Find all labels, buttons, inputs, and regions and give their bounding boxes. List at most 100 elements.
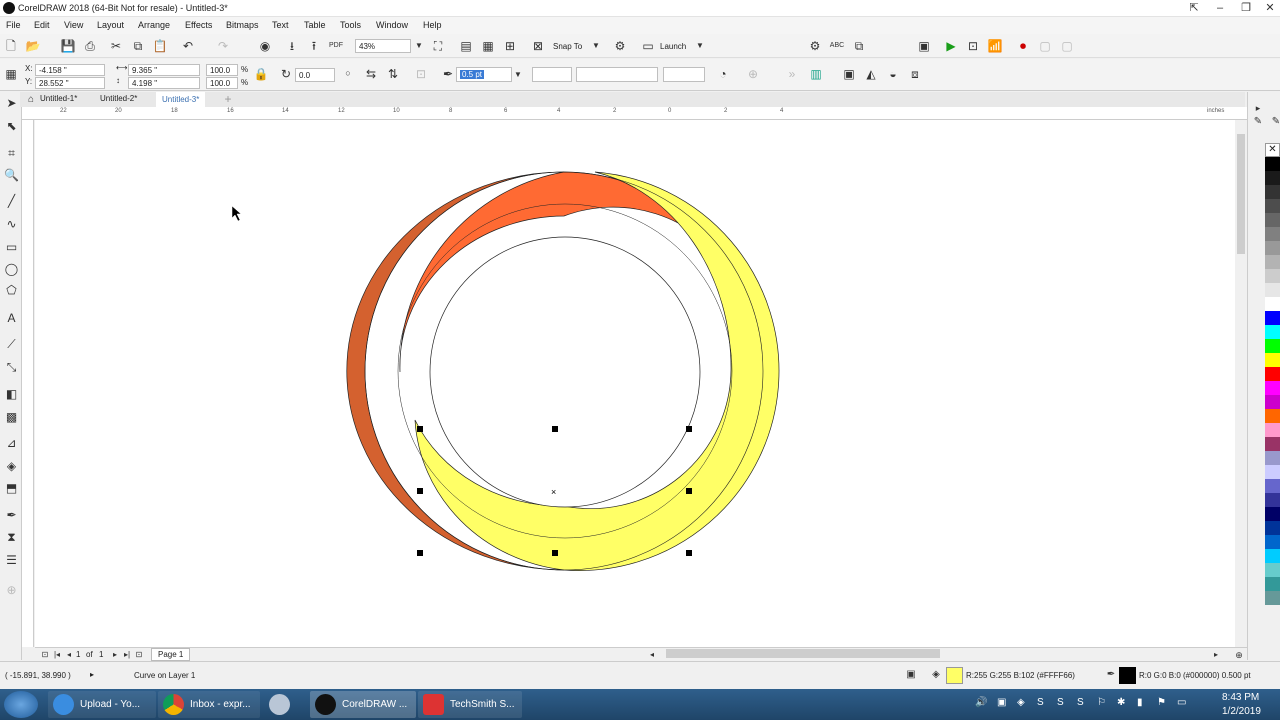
launch-chevron-down-icon[interactable]: ▼ <box>692 38 708 54</box>
options-gear-icon[interactable]: ⚙ <box>612 38 628 54</box>
color-swatch[interactable] <box>1265 185 1280 199</box>
color-swatch[interactable] <box>1265 339 1280 353</box>
drawing-canvas[interactable]: × <box>35 120 1235 647</box>
object-origin-icon[interactable]: ▦ <box>3 66 19 82</box>
menu-view[interactable]: View <box>64 20 83 30</box>
horizontal-scroll-thumb[interactable] <box>666 649 940 658</box>
color-swatch[interactable] <box>1265 535 1280 549</box>
color-swatch[interactable] <box>1265 521 1280 535</box>
taskbar-app[interactable] <box>264 691 306 718</box>
customize-toolbox-icon[interactable]: ☰ <box>3 552 20 569</box>
new-tab-icon[interactable]: + <box>220 91 236 107</box>
page-tab[interactable]: Page 1 <box>151 648 191 661</box>
launch-dropdown[interactable]: Launch <box>660 42 686 51</box>
color-swatch[interactable] <box>1265 353 1280 367</box>
zoom-level-field[interactable]: 43% <box>355 39 411 53</box>
rotation-field[interactable]: 0.0 <box>295 68 335 82</box>
tab-untitled-2[interactable]: Untitled-2* <box>100 94 137 103</box>
clock-date[interactable]: 1/2/2019 <box>1222 706 1261 717</box>
show-rulers-icon[interactable]: ▤ <box>458 38 474 54</box>
width-field[interactable]: 9.365 " <box>128 64 200 76</box>
export-icon[interactable]: ⭱ <box>306 38 322 54</box>
vertical-scrollbar[interactable] <box>1235 120 1247 647</box>
color-swatch[interactable] <box>1265 437 1280 451</box>
color-swatch[interactable] <box>1265 367 1280 381</box>
menu-bitmaps[interactable]: Bitmaps <box>226 20 259 30</box>
copy-icon[interactable]: ⧉ <box>130 38 146 54</box>
color-swatch[interactable] <box>1265 311 1280 325</box>
window-icon[interactable]: ▣ <box>916 38 932 54</box>
polygon-tool-icon[interactable]: ⬠ <box>3 282 20 299</box>
full-screen-preview-icon[interactable]: ⛶ <box>430 38 446 54</box>
shape-tool-icon[interactable]: ⬉ <box>3 118 20 135</box>
flag-icon[interactable]: ⚑ <box>1157 697 1166 708</box>
pick-tool-icon[interactable]: ➤ <box>3 95 20 112</box>
menu-window[interactable]: Window <box>376 20 408 30</box>
no-color-swatch[interactable]: ✕ <box>1265 143 1280 157</box>
save-icon[interactable]: 💾 <box>60 38 76 54</box>
smart-fill-icon[interactable]: ⬒ <box>3 480 20 497</box>
y-position-field[interactable]: 28.552 " <box>35 77 105 89</box>
macro-icon[interactable]: ⚙ <box>807 38 823 54</box>
new-document-icon[interactable]: 🗋 <box>3 38 19 54</box>
pen-alt-icon[interactable]: ✎ <box>1268 114 1280 130</box>
tab-untitled-1[interactable]: Untitled-1* <box>40 94 77 103</box>
ellipse-tool-icon[interactable]: ◯ <box>3 261 20 278</box>
start-button[interactable] <box>4 691 38 718</box>
color-swatch[interactable] <box>1265 213 1280 227</box>
pen-icon[interactable]: ✎ <box>1250 114 1266 130</box>
scale-x-field[interactable]: 100.0 <box>206 64 238 76</box>
launch-app-icon[interactable]: ▭ <box>640 38 656 54</box>
close-button[interactable]: ✕ <box>1258 0 1280 16</box>
record-macro-icon[interactable]: ⊡ <box>965 38 981 54</box>
taskbar-ie[interactable]: Upload - Yo... <box>48 691 156 718</box>
x-position-field[interactable]: -4.158 " <box>35 64 105 76</box>
open-icon[interactable]: 📂 <box>25 38 41 54</box>
color-swatch[interactable] <box>1265 507 1280 521</box>
bluetooth-icon[interactable]: ✱ <box>1117 697 1125 708</box>
taskbar-chrome[interactable]: Inbox - expr... <box>158 691 260 718</box>
tray-app-6-icon[interactable]: ⚐ <box>1097 697 1106 708</box>
tray-app-2-icon[interactable]: ◈ <box>1017 697 1025 708</box>
intersect-icon[interactable]: ◭ <box>863 66 879 82</box>
menu-table[interactable]: Table <box>304 20 326 30</box>
end-arrowhead-select[interactable] <box>663 67 705 82</box>
wrap-text-icon[interactable]: ◔ <box>715 66 731 82</box>
tray-app-5-icon[interactable]: S <box>1077 697 1084 708</box>
add-icon[interactable]: ⊕ <box>745 66 761 82</box>
color-swatch[interactable] <box>1265 591 1280 605</box>
line-style-select[interactable] <box>576 67 658 82</box>
eyedropper-icon[interactable]: ⊿ <box>3 435 20 452</box>
redo-icon[interactable]: ↷ <box>215 38 231 54</box>
tray-app-1-icon[interactable]: ▣ <box>997 697 1006 708</box>
color-proof-icon[interactable]: ▣ <box>903 667 919 683</box>
menu-effects[interactable]: Effects <box>185 20 212 30</box>
print-icon[interactable]: ⎙ <box>82 38 98 54</box>
color-swatch[interactable] <box>1265 395 1280 409</box>
snap-to-dropdown[interactable]: Snap To <box>553 42 582 51</box>
color-swatch[interactable] <box>1265 227 1280 241</box>
search-content-icon[interactable]: ◉ <box>257 38 273 54</box>
tray-app-4-icon[interactable]: S <box>1057 697 1064 708</box>
menu-edit[interactable]: Edit <box>34 20 50 30</box>
script-icon[interactable]: ⧉ <box>851 38 867 54</box>
chart-icon[interactable]: 📶 <box>987 38 1003 54</box>
color-swatch[interactable] <box>1265 577 1280 591</box>
menu-arrange[interactable]: Arrange <box>138 20 170 30</box>
tray-app-3-icon[interactable]: S <box>1037 697 1044 708</box>
outline-color-swatch[interactable] <box>1119 667 1136 684</box>
drop-shadow-icon[interactable]: ◧ <box>3 386 20 403</box>
back-minus-front-icon[interactable]: ⧈ <box>907 66 923 82</box>
crop-tool-icon[interactable]: ⌗ <box>3 145 20 162</box>
color-swatch[interactable] <box>1265 423 1280 437</box>
disabled-tool-1-icon[interactable]: ▢ <box>1037 38 1053 54</box>
color-swatch[interactable] <box>1265 325 1280 339</box>
color-swatch[interactable] <box>1265 465 1280 479</box>
show-grid-icon[interactable]: ▦ <box>480 38 496 54</box>
color-swatch[interactable] <box>1265 549 1280 563</box>
network-icon[interactable]: ▮ <box>1137 697 1143 708</box>
start-arrowhead-select[interactable] <box>532 67 572 82</box>
color-eyedropper-icon[interactable]: ⧗ <box>3 529 20 546</box>
home-icon[interactable]: ⌂ <box>23 92 39 108</box>
menu-file[interactable]: File <box>6 20 21 30</box>
